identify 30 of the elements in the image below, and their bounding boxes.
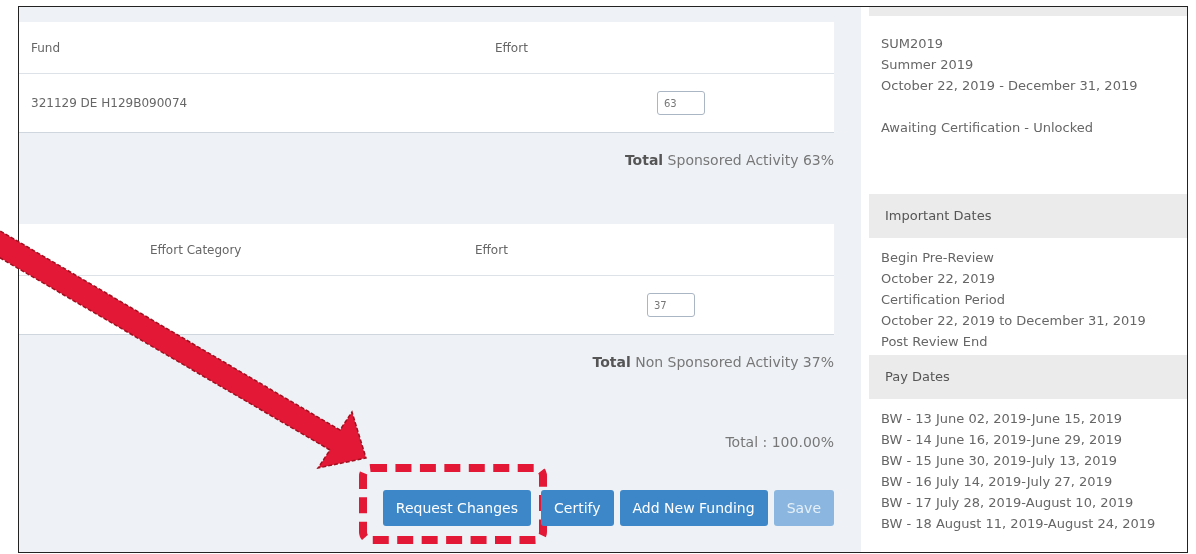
effort-input[interactable]: 63 [657,91,705,115]
date-text: BW - 18 August 11, 2019-August 24, 2019 [881,515,1157,533]
action-button[interactable]: Request Changes [382,490,531,526]
date-text: October 22, 2019 to December 31, 2019 [881,312,1147,330]
section-header: Pay Dates [869,355,1187,399]
status-text: Awaiting Certification - Unlocked [881,119,1094,137]
date-text: Post Review End [881,333,989,351]
date-text: Begin Pre-Review [881,249,995,267]
action-button[interactable]: Add New Funding [619,490,768,526]
section-header: Important Dates [869,194,1187,238]
action-button[interactable]: Certify [541,490,614,526]
column-header: Fund [31,40,61,55]
period-text: SUM2019 [881,35,945,53]
effort-input[interactable]: 37 [647,293,695,317]
column-header: Effort [475,242,508,257]
date-text: BW - 16 July 14, 2019-July 27, 2019 [881,473,1114,491]
sponsored-total: Total Sponsored Activity 63% [623,152,834,168]
date-text: BW - 15 June 30, 2019-July 13, 2019 [881,452,1119,470]
table-cell: 321129 DE H129B090074 [31,96,188,110]
date-text: BW - 13 June 02, 2019-June 15, 2019 [881,410,1124,428]
date-text: BW - 14 June 16, 2019-June 29, 2019 [881,431,1124,449]
grand-total: Total : 100.00% [724,434,834,450]
date-text: October 22, 2019 [881,270,997,288]
date-text: Certification Period [881,291,1006,309]
non-sponsored-total: Total Non Sponsored Activity 37% [591,354,834,370]
period-text: Summer 2019 [881,56,975,74]
period-text: October 22, 2019 - December 31, 2019 [881,77,1139,95]
column-header: Effort [495,40,528,55]
date-text: BW - 17 July 28, 2019-August 10, 2019 [881,494,1135,512]
column-header: Effort Category [150,242,242,257]
